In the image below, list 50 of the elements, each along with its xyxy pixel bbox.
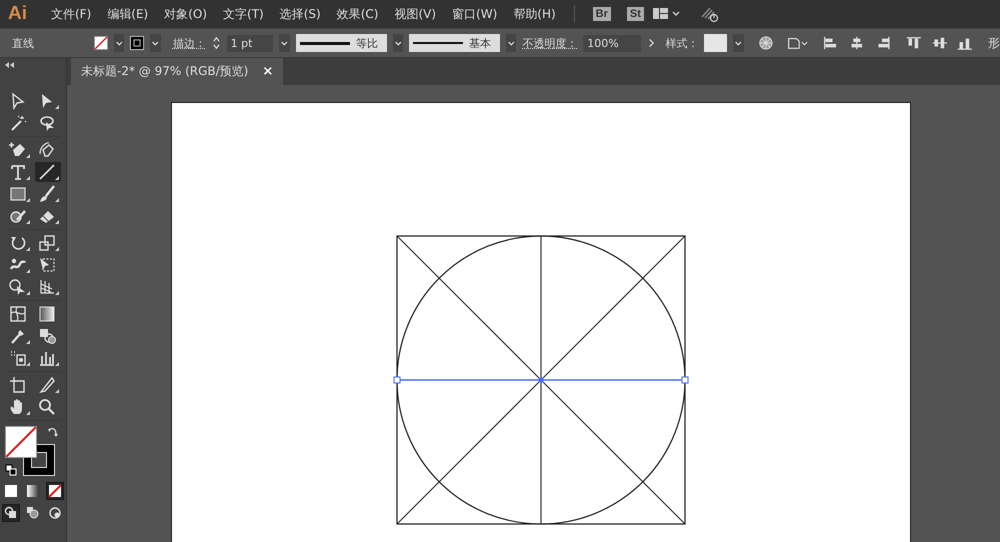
sync-icon[interactable] [700,5,720,23]
fill-swatch[interactable] [94,35,108,51]
app-logo: Ai [8,3,27,25]
menu-item[interactable]: 编辑(E) [99,6,156,22]
menu-item[interactable]: 文字(T) [215,6,272,22]
spinner-icon[interactable] [212,34,221,52]
caret-icon[interactable] [506,34,516,52]
line-tool[interactable] [34,162,60,182]
workspace-layout-icon[interactable] [652,7,682,21]
document-tab[interactable]: 未标题-2* @ 97% (RGB/预览) × [71,58,284,85]
menu-item[interactable]: 视图(V) [386,6,444,22]
caret-icon[interactable] [279,34,290,52]
fill-color-swatch[interactable] [5,426,37,458]
caret-icon[interactable] [114,34,124,52]
width-profile-dropdown[interactable]: 等比 [296,34,387,52]
opacity-label[interactable]: 不透明度： [522,36,578,50]
gradient-mode-button[interactable] [24,482,42,500]
default-colors-icon[interactable] [5,464,17,476]
caret-icon[interactable] [150,34,161,52]
menu-item[interactable]: 窗口(W) [444,6,506,22]
chevron-right-icon[interactable] [646,36,656,50]
menu-item[interactable]: 帮助(H) [505,6,564,22]
collapse-icon[interactable] [4,61,16,69]
line-preview-icon [413,42,464,44]
brush-dropdown[interactable]: 基本 [409,34,500,52]
toolbar-label[interactable]: 形 [988,34,1000,52]
stroke-swatch[interactable] [130,35,144,51]
menu-item[interactable]: 对象(O) [156,6,216,22]
style-label: 样式： [665,36,698,50]
stroke-label[interactable]: 描边： [172,36,206,50]
menu-item[interactable]: 文件(F) [43,6,100,22]
draw-normal-button[interactable] [2,504,20,522]
app-launcher[interactable]: Br [592,7,611,21]
caret-icon[interactable] [733,34,744,52]
document-title[interactable]: 未标题-2* @ 97% (RGB/预览) [81,63,248,80]
color-mode-button[interactable] [2,482,20,500]
recolor-icon[interactable] [758,34,774,52]
app-launcher[interactable]: St [626,7,644,21]
selected-line[interactable] [394,376,688,384]
close-tab-button[interactable]: × [262,64,274,79]
tool-name: 直线 [12,36,35,50]
swap-arrow-icon[interactable] [47,426,59,438]
menu-item[interactable]: 效果(C) [328,6,386,22]
menu-item[interactable]: 选择(S) [272,6,329,22]
none-mode-button[interactable] [46,482,64,500]
line-preview-icon [300,42,350,44]
graphic-style-swatch[interactable] [704,34,728,52]
stroke-weight-field[interactable]: 1 pt [226,34,274,52]
caret-icon[interactable] [392,34,404,52]
opacity-field[interactable]: 100% [583,34,641,52]
